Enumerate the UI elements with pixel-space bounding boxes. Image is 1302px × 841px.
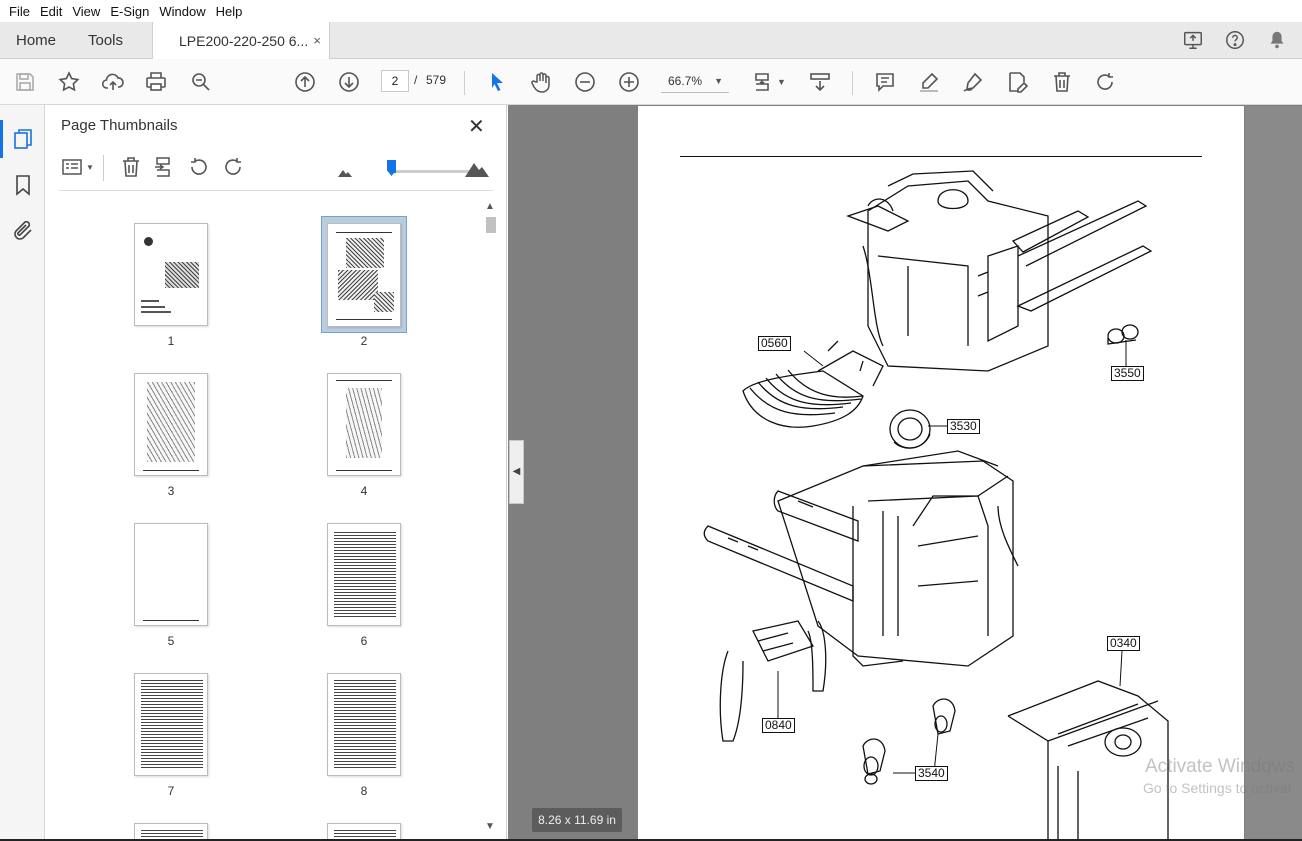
search-zoom-icon[interactable]: [189, 70, 213, 94]
thumbnail-label: 3: [167, 484, 175, 498]
document-scroll-area: [1245, 106, 1302, 841]
sign-icon[interactable]: [961, 70, 985, 94]
save-icon[interactable]: [13, 70, 37, 94]
tab-close-button[interactable]: ×: [313, 33, 321, 48]
menu-esign[interactable]: E-Sign: [105, 4, 154, 19]
tab-document-title: LPE200-220-250 6...: [179, 33, 309, 49]
total-pages: 579: [426, 73, 447, 87]
star-icon[interactable]: [57, 70, 81, 94]
panel-title: Page Thumbnails: [61, 117, 178, 134]
windows-activation-watermark: Activate Windows: [1145, 756, 1295, 777]
chevron-down-icon[interactable]: ▼: [777, 77, 786, 87]
rotate-cw-icon[interactable]: [221, 155, 245, 179]
pdf-page: 0560 3550 3530 0340 0840 3540: [638, 106, 1244, 841]
highlight-icon[interactable]: [917, 70, 941, 94]
prev-page-icon[interactable]: [293, 70, 317, 94]
main-toolbar: 2 / 579 66.7% ▼ ▼: [0, 59, 1302, 105]
share-screen-icon[interactable]: [1182, 29, 1204, 54]
thumbnail-options-icon[interactable]: [61, 155, 85, 179]
zoom-out-icon[interactable]: [573, 70, 597, 94]
bookmark-icon[interactable]: [11, 173, 35, 197]
parts-illustration: [703, 170, 1169, 841]
menu-file[interactable]: File: [4, 4, 35, 19]
chevron-down-icon: ▼: [714, 76, 723, 86]
thumbnail-size-slider[interactable]: [392, 170, 470, 173]
thumbnail-label: 4: [360, 484, 368, 498]
zoom-level-value: 66.7%: [668, 74, 703, 88]
windows-activation-hint: Go to Settings to activat: [1143, 780, 1292, 796]
part-callout: 0840: [762, 718, 795, 733]
page-number-input[interactable]: 2: [381, 70, 409, 92]
delete-page-icon[interactable]: [119, 155, 143, 179]
rotate-icon[interactable]: [1093, 70, 1117, 94]
part-callout: 0560: [758, 336, 791, 351]
rotate-ccw-icon[interactable]: [187, 155, 211, 179]
page-thumbnail[interactable]: [327, 523, 401, 626]
thumbnail-label: 7: [167, 784, 175, 798]
menu-window[interactable]: Window: [154, 4, 210, 19]
page-thumbnails-icon[interactable]: [0, 120, 35, 158]
page-separator: /: [414, 73, 418, 87]
page-thumbnail[interactable]: [134, 523, 208, 626]
thumbnail-toolbar: ▼: [59, 151, 493, 191]
page-thumbnail[interactable]: [327, 673, 401, 776]
page-size-badge: 8.26 x 11.69 in: [532, 808, 622, 832]
scroll-down-icon[interactable]: ▼: [485, 821, 495, 832]
thumbnail-label: 1: [167, 334, 175, 348]
part-callout: 3540: [915, 766, 948, 781]
thumbnail-label: 6: [360, 634, 368, 648]
notifications-bell-icon[interactable]: [1266, 29, 1288, 54]
toolbar-divider: [103, 155, 104, 181]
toolbar-divider: [852, 71, 853, 95]
fit-page-icon[interactable]: [752, 70, 776, 94]
hand-icon[interactable]: [529, 70, 553, 94]
attachment-icon[interactable]: [11, 219, 35, 243]
page-thumbnail[interactable]: [134, 373, 208, 476]
zoom-in-icon[interactable]: [617, 70, 641, 94]
print-icon[interactable]: [144, 70, 168, 94]
tab-document[interactable]: LPE200-220-250 6... ×: [152, 22, 330, 60]
page-thumbnail[interactable]: [327, 223, 401, 327]
menu-view[interactable]: View: [67, 4, 105, 19]
page-thumbnail[interactable]: [134, 673, 208, 776]
thumbnail-label: 5: [167, 634, 175, 648]
part-callout: 3550: [1111, 366, 1144, 381]
thumbnail-scrollbar[interactable]: ▲ ▼: [483, 201, 499, 837]
tab-bar: Home Tools LPE200-220-250 6... ×: [0, 22, 1302, 60]
next-page-icon[interactable]: [337, 70, 361, 94]
thumbnail-label: 8: [360, 784, 368, 798]
scrollbar-thumb[interactable]: [486, 217, 496, 233]
scroll-up-icon[interactable]: ▲: [485, 201, 495, 212]
thumbnail-size-slider-handle[interactable]: [387, 160, 396, 176]
menu-edit[interactable]: Edit: [35, 4, 67, 19]
panel-close-button[interactable]: ✕: [468, 114, 485, 139]
menu-bar: File Edit View E-Sign Window Help: [0, 0, 1302, 22]
menu-help[interactable]: Help: [211, 4, 248, 19]
scroll-mode-icon[interactable]: [808, 70, 832, 94]
page-thumbnail[interactable]: [134, 223, 208, 326]
delete-icon[interactable]: [1050, 70, 1074, 94]
help-icon[interactable]: [1224, 29, 1246, 54]
toolbar-divider: [464, 71, 465, 95]
collapse-panel-button[interactable]: ◀: [509, 440, 524, 504]
zoom-level-select[interactable]: 66.7% ▼: [661, 71, 729, 93]
edit-pdf-icon[interactable]: [1005, 70, 1029, 94]
insert-page-icon[interactable]: [152, 155, 176, 179]
part-callout: 3530: [947, 419, 980, 434]
upload-icon[interactable]: [101, 70, 125, 94]
large-thumbnail-icon[interactable]: [465, 159, 489, 177]
small-thumbnail-icon[interactable]: [338, 165, 352, 177]
tab-home[interactable]: Home: [16, 22, 56, 59]
chevron-down-icon[interactable]: ▼: [86, 163, 94, 172]
select-arrow-icon[interactable]: [485, 70, 509, 94]
comment-icon[interactable]: [873, 70, 897, 94]
page-thumbnail[interactable]: [327, 373, 401, 476]
navigation-rail: [0, 105, 45, 841]
part-callout: 0340: [1107, 636, 1140, 651]
page-thumbnails-panel: Page Thumbnails ✕ ▼ 1 2 3 4 5 6 7 8 ▲ ▼: [45, 105, 507, 841]
tab-tools[interactable]: Tools: [88, 22, 123, 59]
thumbnail-label: 2: [360, 334, 368, 348]
